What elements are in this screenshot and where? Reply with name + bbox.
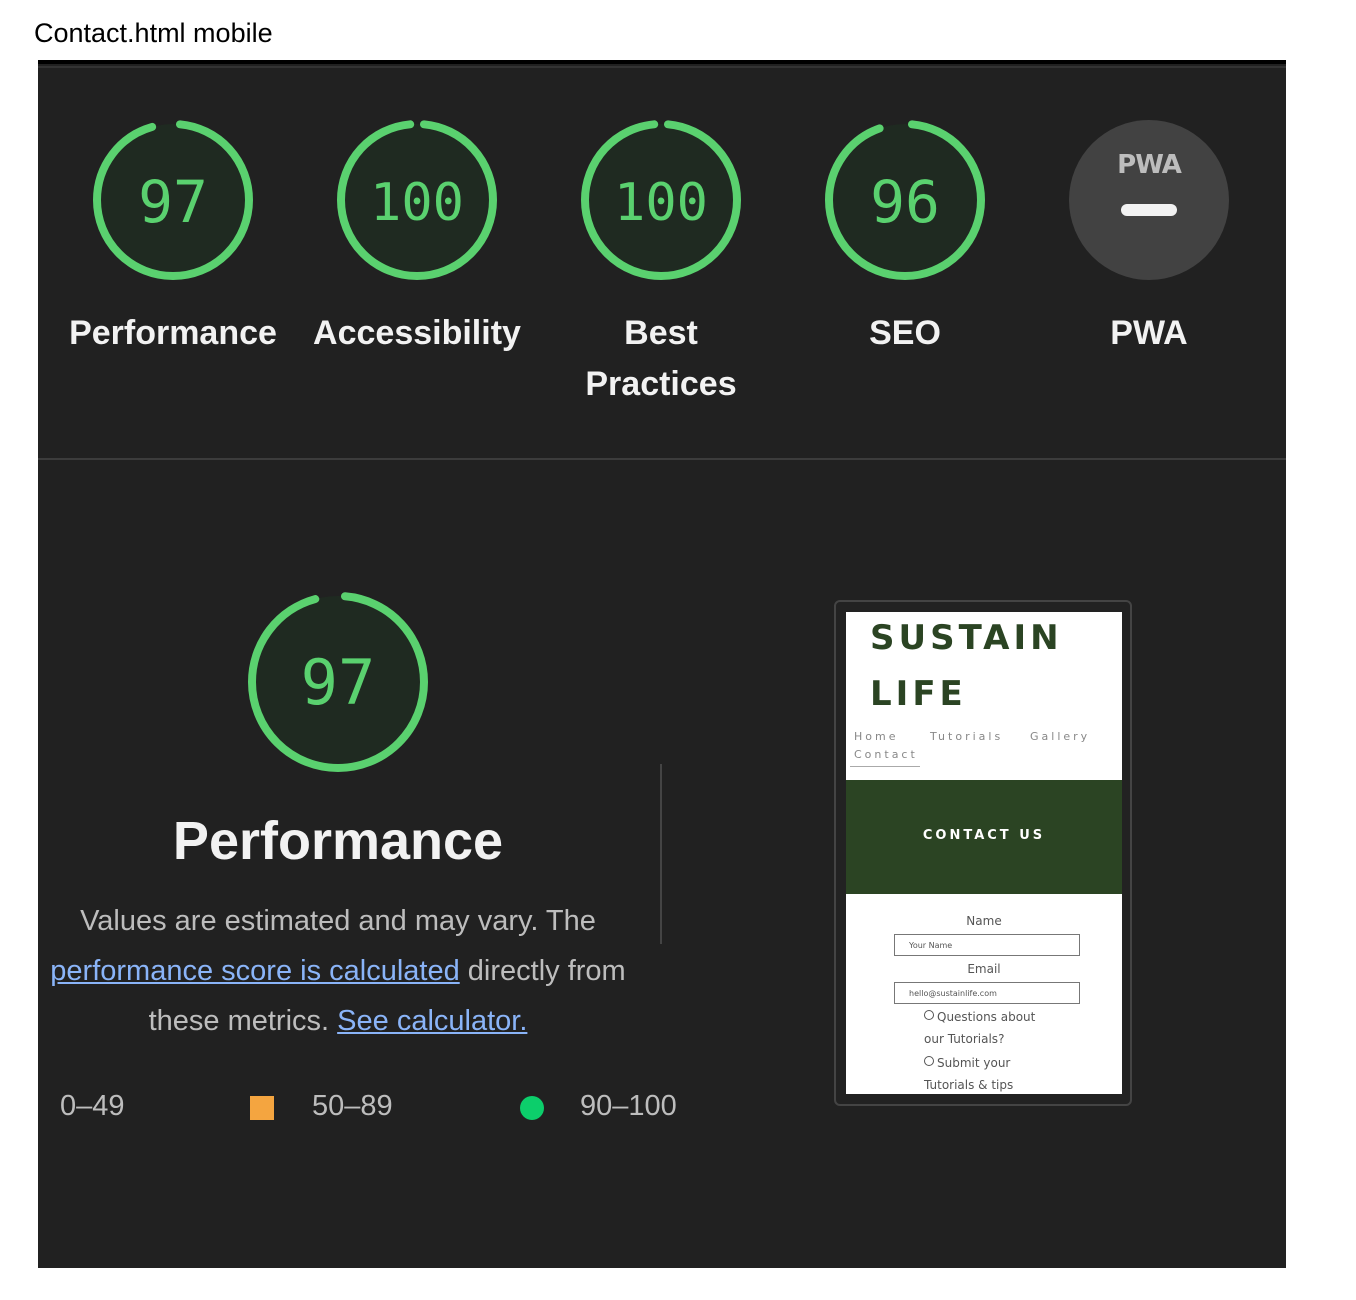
preview-radio-1-text: Questions about xyxy=(937,1010,1036,1024)
preview-nav-tutorials: Tutorials xyxy=(930,730,1004,743)
gauge-score: 100 xyxy=(370,173,464,233)
pwa-logo-icon: PWA xyxy=(1117,150,1182,180)
preview-brand-line1: SUSTAIN xyxy=(870,618,1063,658)
preview-email-input: hello@sustainlife.com xyxy=(894,982,1080,1004)
radio-icon xyxy=(924,1056,934,1066)
page-caption: Contact.html mobile xyxy=(34,18,273,48)
section-divider xyxy=(38,458,1286,460)
preview-name-input: Your Name xyxy=(894,934,1080,956)
radio-icon xyxy=(924,1010,934,1020)
average-square-icon xyxy=(250,1096,274,1120)
performance-gauge: 97 xyxy=(246,590,430,779)
performance-title: Performance xyxy=(172,811,504,871)
preview-screen: SUSTAIN LIFE Home Tutorials Gallery Cont… xyxy=(846,612,1122,1094)
preview-nav-home: Home xyxy=(854,730,899,743)
gauge-ring: 100 xyxy=(337,120,497,280)
preview-radio-1: Questions about xyxy=(924,1010,1035,1024)
pass-circle-icon xyxy=(520,1096,544,1120)
gauge-pwa[interactable]: PWA PWA xyxy=(1064,120,1234,359)
preview-radio-1-cont: our Tutorials? xyxy=(924,1032,1005,1046)
gauge-seo[interactable]: 96 SEO xyxy=(820,118,990,359)
preview-email-label: Email xyxy=(967,962,1001,976)
vertical-divider xyxy=(660,764,662,944)
preview-nav-underline xyxy=(850,766,920,767)
gauge-ring: 97 xyxy=(93,120,253,280)
gauge-label: SEO xyxy=(869,314,941,352)
gauge-label: Accessibility xyxy=(313,314,521,352)
preview-brand-line2: LIFE xyxy=(870,674,967,714)
pwa-badge: PWA xyxy=(1069,120,1229,280)
preview-nav-contact: Contact xyxy=(854,748,918,761)
preview-hero: CONTACT US xyxy=(846,780,1122,894)
legend-average-label: 50–89 xyxy=(312,1090,393,1122)
gauge-ring: 96 xyxy=(825,120,985,280)
legend-pass: 90–100 xyxy=(520,1090,677,1123)
gauge-score: 96 xyxy=(870,168,940,236)
preview-radio-2-text: Submit your xyxy=(937,1056,1011,1070)
legend-fail: 0–49 xyxy=(60,1090,125,1123)
desc-text-1: Values are estimated and may vary. The xyxy=(80,905,596,937)
lighthouse-panel: 97 Performance 100 Accessibility 100 Bes… xyxy=(38,60,1286,1268)
preview-radio-2-cont: Tutorials & tips xyxy=(924,1078,1014,1092)
performance-ring: 97 xyxy=(248,592,428,772)
score-calculated-link[interactable]: performance score is calculated xyxy=(50,955,459,987)
preview-nav-gallery: Gallery xyxy=(1030,730,1091,743)
legend-fail-label: 0–49 xyxy=(60,1090,125,1122)
gauge-accessibility[interactable]: 100 Accessibility xyxy=(313,118,521,359)
top-divider xyxy=(38,66,1286,68)
final-screenshot-preview[interactable]: SUSTAIN LIFE Home Tutorials Gallery Cont… xyxy=(834,600,1132,1106)
legend-pass-label: 90–100 xyxy=(580,1090,677,1122)
performance-description: Values are estimated and may vary. The p… xyxy=(28,896,648,1046)
performance-score: 97 xyxy=(301,646,376,719)
pwa-dash-icon xyxy=(1121,204,1177,216)
gauge-score: 100 xyxy=(614,173,708,233)
gauge-score: 97 xyxy=(138,168,208,236)
gauge-label: Performance xyxy=(69,314,277,352)
gauge-ring: 100 xyxy=(581,120,741,280)
gauge-label: PWA xyxy=(1110,314,1188,352)
preview-radio-2: Submit your xyxy=(924,1056,1010,1070)
see-calculator-link[interactable]: See calculator. xyxy=(337,1005,527,1037)
gauge-performance[interactable]: 97 Performance xyxy=(69,118,277,359)
gauge-best-practices[interactable]: 100 Best Practices xyxy=(576,118,746,410)
preview-hero-text: CONTACT US xyxy=(922,828,1046,843)
gauge-label: Best Practices xyxy=(585,314,737,403)
preview-name-label: Name xyxy=(966,914,1002,928)
legend-average: 50–89 xyxy=(250,1090,393,1123)
